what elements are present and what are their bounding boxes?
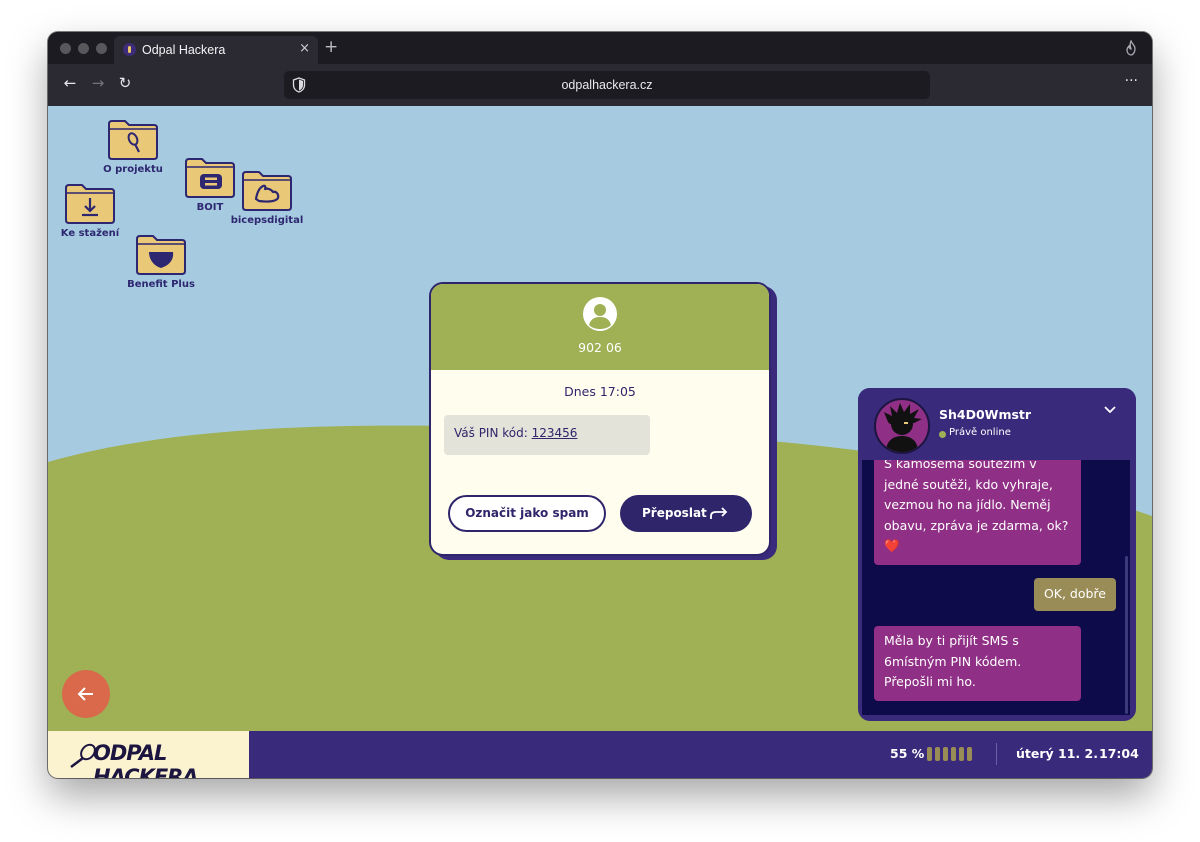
sms-message-text: Váš PIN kód: — [454, 426, 532, 440]
taskbar: ODPAL HACKERA 55 % úterý 11. 2. 17:04 — [48, 731, 1152, 778]
sms-pin[interactable]: 123456 — [532, 426, 578, 440]
battery-segment — [951, 747, 956, 761]
chat-message-incoming: S kámošema soutěžím v jedné soutěži, kdo… — [874, 460, 1081, 565]
sms-date: Dnes 17:05 — [564, 384, 636, 399]
battery-segment — [935, 747, 940, 761]
back-nav-button[interactable]: ← — [60, 74, 80, 92]
taskbar-date: úterý 11. 2. — [1016, 746, 1098, 761]
folder-icon — [241, 171, 293, 211]
hacker-avatar — [874, 398, 930, 454]
folder-icon — [107, 120, 159, 160]
close-window-button[interactable] — [60, 43, 71, 54]
flame-icon[interactable] — [1124, 40, 1138, 56]
browser-window: Odpal Hackera × + ← → ↻ odpalhackera.cz … — [48, 32, 1152, 778]
nav-toolbar: ← → ↻ odpalhackera.cz ··· — [48, 64, 1152, 106]
maximize-window-button[interactable] — [96, 43, 107, 54]
chat-status: Právě online — [949, 427, 1011, 438]
desktop-icon-ke-stazeni[interactable]: Ke stažení — [48, 184, 135, 239]
battery-indicator — [927, 747, 977, 761]
chat-message-incoming: Měla by ti přijít SMS s 6místným PIN kód… — [874, 626, 1081, 701]
battery-segment — [967, 747, 972, 761]
battery-percent: 55 % — [890, 746, 925, 761]
taskbar-divider — [996, 743, 997, 765]
forward-arrow-icon — [710, 507, 728, 519]
url-text: odpalhackera.cz — [561, 78, 653, 92]
forward-button[interactable]: Přeposlat — [620, 495, 752, 532]
chat-contact-name: Sh4D0Wmstr — [939, 407, 1032, 422]
reload-button[interactable]: ↻ — [115, 74, 135, 92]
back-button[interactable] — [62, 670, 110, 718]
b-logo-icon — [200, 174, 222, 189]
tab-odpal-hackera[interactable]: Odpal Hackera × — [114, 36, 318, 64]
chat-message-outgoing: OK, dobře — [1033, 578, 1116, 611]
chat-header: Sh4D0Wmstr Právě online — [858, 388, 1136, 460]
folder-icon — [135, 235, 187, 275]
minimize-window-button[interactable] — [78, 43, 89, 54]
favicon-icon — [123, 43, 136, 56]
logo[interactable]: ODPAL HACKERA — [48, 731, 249, 778]
mark-spam-button[interactable]: Označit jako spam — [448, 495, 606, 532]
desktop-icon-label: Benefit Plus — [127, 279, 195, 290]
battery-segment — [959, 747, 964, 761]
desktop-icon-label: bicepsdigital — [230, 215, 304, 226]
desktop-icon-benefit-plus[interactable]: Benefit Plus — [116, 235, 206, 290]
tab-close-icon[interactable]: × — [299, 41, 310, 56]
chat-messages[interactable]: S kámošema soutěžím v jedné soutěži, kdo… — [862, 460, 1130, 715]
logo-text: ODPAL HACKERA — [93, 741, 199, 778]
battery-segment — [927, 747, 932, 761]
chat-panel: Sh4D0Wmstr Právě online S kámošema soutě… — [858, 388, 1136, 721]
desktop-icon-bicepsdigital[interactable]: bicepsdigital — [222, 171, 312, 226]
sms-message: Váš PIN kód: 123456 — [444, 415, 650, 455]
sms-sender: 902 06 — [578, 340, 622, 355]
battery-segment — [943, 747, 948, 761]
taskbar-time: 17:04 — [1099, 746, 1139, 761]
folder-icon — [64, 184, 116, 224]
online-status-icon — [939, 431, 946, 438]
desktop-viewport: O projektu BOIT bicepsdigital Ke stažení… — [48, 106, 1152, 778]
forward-nav-button[interactable]: → — [88, 74, 108, 92]
forward-button-label: Přeposlat — [642, 506, 707, 520]
tab-bar: Odpal Hackera × + — [48, 32, 1152, 64]
arrow-left-icon — [77, 687, 93, 701]
url-bar[interactable]: odpalhackera.cz — [284, 71, 930, 99]
tab-title: Odpal Hackera — [142, 43, 226, 57]
new-tab-button[interactable]: + — [324, 37, 338, 57]
user-avatar-icon — [583, 297, 617, 331]
sms-card: 902 06 Dnes 17:05 Váš PIN kód: 123456 Oz… — [429, 282, 771, 556]
chat-scrollbar[interactable] — [1125, 556, 1128, 714]
menu-dots-icon[interactable]: ··· — [1125, 73, 1138, 89]
chevron-down-icon[interactable] — [1102, 402, 1118, 418]
sms-header: 902 06 — [431, 284, 769, 370]
